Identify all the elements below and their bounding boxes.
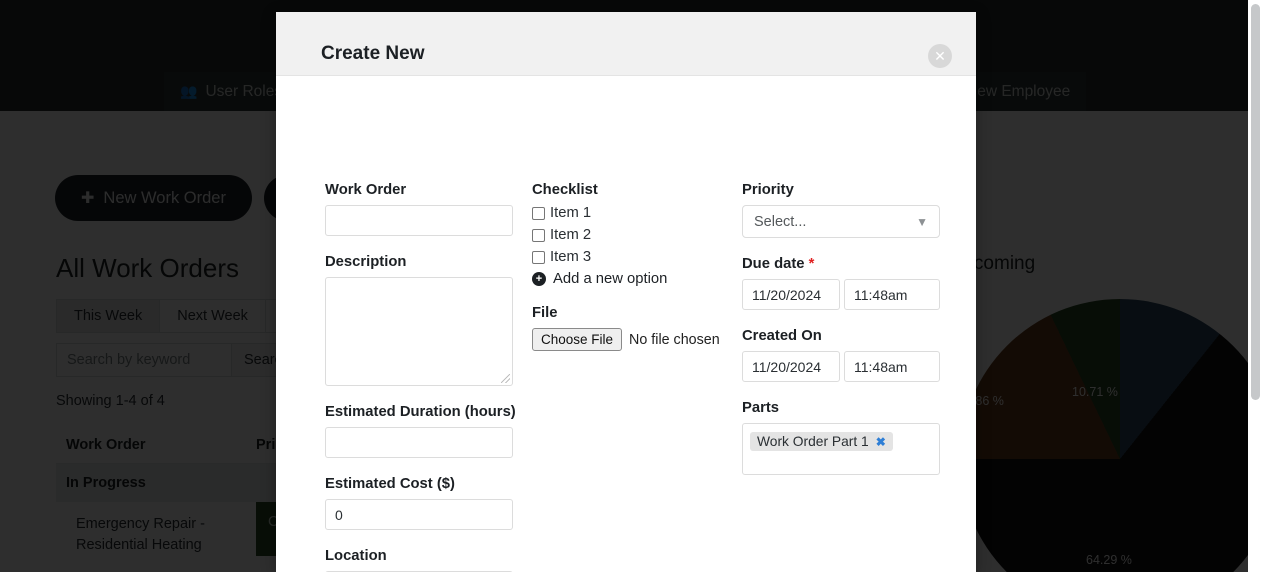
description-label: Description (325, 254, 525, 270)
file-input-row: Choose File No file chosen (532, 328, 732, 351)
file-status-text: No file chosen (629, 332, 720, 348)
due-date-inputs: 11/20/2024 11:48am (742, 279, 942, 310)
page-scrollbar-thumb[interactable] (1251, 4, 1260, 400)
created-on-label: Created On (742, 328, 942, 344)
checklist-item[interactable]: Item 3 (532, 249, 732, 265)
modal-header: Create New ✕ (276, 12, 976, 76)
part-tag-label: Work Order Part 1 (757, 434, 869, 449)
checklist-item[interactable]: Item 1 (532, 205, 732, 221)
due-date-label-text: Due date (742, 256, 805, 272)
work-order-input[interactable] (325, 205, 513, 236)
form-column-middle: Checklist Item 1 Item 2 Item 3 + Add a n… (532, 182, 732, 351)
screen: 👥 User Roles New Employee hael Scott - A… (0, 0, 1263, 572)
checklist-item-label: Item 3 (550, 249, 591, 265)
plus-circle-icon: + (532, 272, 546, 286)
description-textarea[interactable] (325, 277, 513, 386)
checklist-item-label: Item 2 (550, 227, 591, 243)
work-order-label: Work Order (325, 182, 525, 198)
page-scrollbar[interactable] (1248, 0, 1263, 572)
due-date-input[interactable]: 11/20/2024 (742, 279, 840, 310)
checkbox-icon[interactable] (532, 207, 545, 220)
close-icon[interactable]: ✕ (928, 44, 952, 68)
priority-label: Priority (742, 182, 942, 198)
chevron-down-icon: ▼ (916, 215, 928, 229)
form-column-left: Work Order Description Estimated Duratio… (325, 182, 525, 572)
checkbox-icon[interactable] (532, 229, 545, 242)
checklist-item[interactable]: Item 2 (532, 227, 732, 243)
choose-file-button[interactable]: Choose File (532, 328, 622, 351)
location-label: Location (325, 548, 525, 564)
add-new-option-button[interactable]: + Add a new option (532, 271, 732, 287)
created-on-time-input[interactable]: 11:48am (844, 351, 940, 382)
part-tag: Work Order Part 1 ✖ (750, 432, 893, 451)
checklist-item-label: Item 1 (550, 205, 591, 221)
checklist-label: Checklist (532, 182, 732, 198)
created-on-inputs: 11/20/2024 11:48am (742, 351, 942, 382)
modal-title: Create New (321, 43, 425, 65)
created-on-date-input[interactable]: 11/20/2024 (742, 351, 840, 382)
due-date-label: Due date * (742, 256, 942, 272)
estimated-duration-input[interactable] (325, 427, 513, 458)
create-new-modal: Create New ✕ Work Order Description Esti… (276, 12, 976, 572)
remove-icon[interactable]: ✖ (876, 435, 886, 449)
parts-label: Parts (742, 400, 942, 416)
checkbox-icon[interactable] (532, 251, 545, 264)
due-time-input[interactable]: 11:48am (844, 279, 940, 310)
estimated-duration-label: Estimated Duration (hours) (325, 404, 525, 420)
estimated-cost-label: Estimated Cost ($) (325, 476, 525, 492)
file-label: File (532, 305, 732, 321)
parts-input[interactable]: Work Order Part 1 ✖ (742, 423, 940, 475)
priority-selected-value: Select... (754, 214, 806, 230)
estimated-cost-input[interactable]: 0 (325, 499, 513, 530)
add-new-option-label: Add a new option (553, 271, 667, 287)
form-column-right: Priority Select... ▼ Due date * 11/20/20… (742, 182, 942, 475)
required-marker: * (809, 256, 815, 272)
priority-select[interactable]: Select... ▼ (742, 205, 940, 238)
